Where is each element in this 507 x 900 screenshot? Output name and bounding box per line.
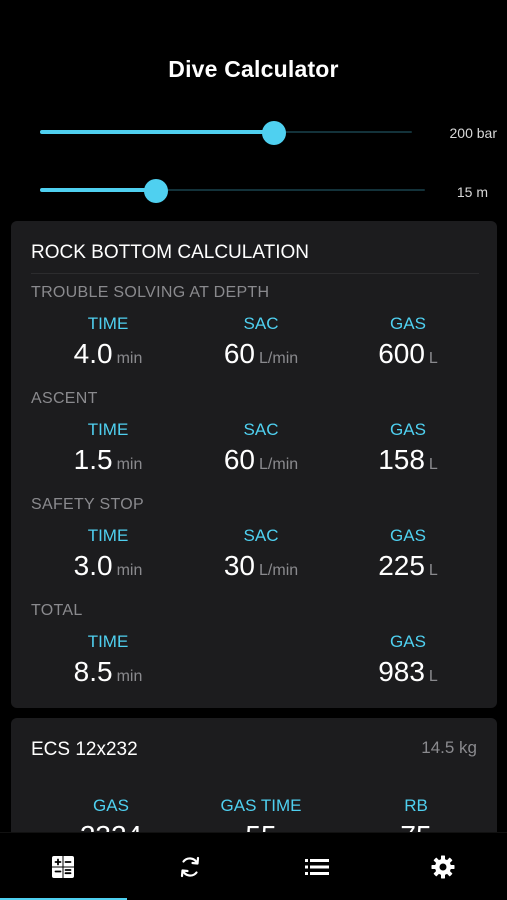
pressure-slider[interactable] xyxy=(40,121,412,145)
time-value: 3.0 xyxy=(73,550,113,581)
sac-column: SAC 60 L/min xyxy=(211,314,311,370)
gas-column: GAS 158 L xyxy=(361,420,455,476)
cylinder-weight: 14.5 kg xyxy=(421,738,477,757)
sync-icon xyxy=(178,855,202,879)
time-value: 4.0 xyxy=(73,338,113,369)
gas-unit: L xyxy=(428,350,438,367)
time-column: TIME 4.0 min xyxy=(56,314,160,370)
gas-unit: L xyxy=(428,668,438,685)
rb-header: RB xyxy=(404,796,428,815)
gas-time-header: GAS TIME xyxy=(220,796,302,815)
rock-bottom-title: ROCK BOTTOM CALCULATION xyxy=(31,242,309,263)
calculator-icon xyxy=(51,855,75,879)
gas-value: 158 xyxy=(378,444,425,475)
depth-slider[interactable] xyxy=(40,179,425,203)
time-column: TIME 3.0 min xyxy=(56,526,160,582)
gas-header: GAS xyxy=(93,796,129,815)
section-label-ascent: ASCENT xyxy=(31,390,98,407)
gas-header: GAS xyxy=(390,632,426,651)
depth-slider-fill xyxy=(40,188,156,192)
list-icon xyxy=(304,857,329,877)
total-gas-column: GAS 983 L xyxy=(361,632,455,688)
sac-header: SAC xyxy=(243,420,279,439)
sac-column: SAC 30 L/min xyxy=(211,526,311,582)
sac-value: 60 xyxy=(223,444,256,475)
tab-list[interactable] xyxy=(254,833,381,900)
time-value: 1.5 xyxy=(73,444,113,475)
total-gas-value: 983 xyxy=(378,656,425,687)
time-header: TIME xyxy=(87,420,129,439)
tab-settings[interactable] xyxy=(380,833,507,900)
sac-unit: L/min xyxy=(259,562,299,579)
sac-unit: L/min xyxy=(259,350,299,367)
gas-unit: L xyxy=(428,562,438,579)
tab-bar xyxy=(0,832,507,900)
gas-header: GAS xyxy=(390,420,426,439)
time-unit: min xyxy=(116,668,143,685)
gear-icon xyxy=(431,855,455,879)
sac-value: 30 xyxy=(223,550,256,581)
cylinder-title: ECS 12x232 xyxy=(31,739,138,760)
gas-column: GAS 225 L xyxy=(361,526,455,582)
gas-value: 225 xyxy=(378,550,425,581)
section-label-total: TOTAL xyxy=(31,602,83,619)
gas-header: GAS xyxy=(390,314,426,333)
time-header: TIME xyxy=(87,314,129,333)
page-title: Dive Calculator xyxy=(168,56,339,82)
rock-bottom-card: ROCK BOTTOM CALCULATION TROUBLE SOLVING … xyxy=(11,221,497,708)
time-header: TIME xyxy=(87,632,129,651)
pressure-slider-thumb[interactable] xyxy=(262,121,287,145)
time-header: TIME xyxy=(87,526,129,545)
tab-convert[interactable] xyxy=(127,833,254,900)
time-unit: min xyxy=(116,350,143,367)
pressure-slider-fill xyxy=(40,130,275,134)
card-divider xyxy=(31,273,479,274)
gas-column: GAS 600 L xyxy=(361,314,455,370)
sac-header: SAC xyxy=(243,526,279,545)
time-column: TIME 1.5 min xyxy=(56,420,160,476)
gas-unit: L xyxy=(428,456,438,473)
gas-header: GAS xyxy=(390,526,426,545)
time-unit: min xyxy=(116,562,143,579)
gas-value: 600 xyxy=(378,338,425,369)
time-unit: min xyxy=(116,456,143,473)
tab-calculator[interactable] xyxy=(0,833,127,900)
depth-slider-thumb[interactable] xyxy=(143,179,168,203)
section-label-trouble-solving: TROUBLE SOLVING AT DEPTH xyxy=(31,284,270,301)
total-time-value: 8.5 xyxy=(73,656,113,687)
sac-column: SAC 60 L/min xyxy=(211,420,311,476)
depth-value: 15 m xyxy=(456,184,488,200)
sac-unit: L/min xyxy=(259,456,299,473)
sac-value: 60 xyxy=(223,338,256,369)
pressure-value: 200 bar xyxy=(449,125,497,141)
total-time-column: TIME 8.5 min xyxy=(56,632,160,688)
section-label-safety-stop: SAFETY STOP xyxy=(31,496,144,513)
sac-header: SAC xyxy=(243,314,279,333)
